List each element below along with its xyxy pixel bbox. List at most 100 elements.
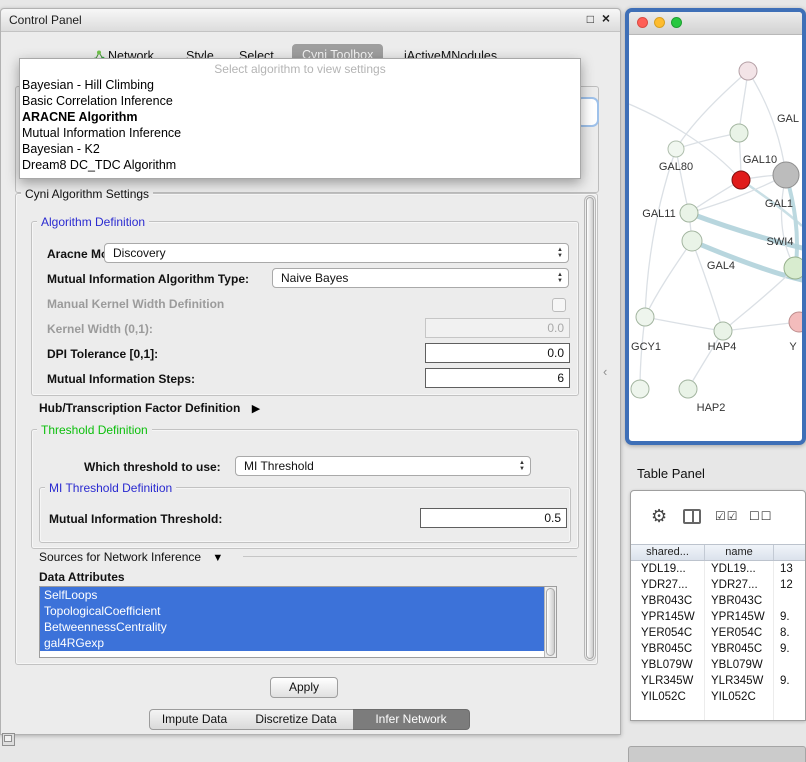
clear-all-columns-icon[interactable]: ☐☐ — [749, 509, 773, 523]
aracne-mode-select[interactable]: Discovery ▲▼ — [104, 243, 569, 263]
table-panel-window: ⚙ ☑☑ ☐☐ shared... name YDL19...YDL19...1… — [630, 490, 806, 721]
scrollbar-thumb[interactable] — [586, 197, 594, 659]
network-window-titlebar[interactable] — [629, 12, 802, 35]
sources-section-toggle[interactable]: Sources for Network Inference ▼ — [39, 550, 223, 564]
table-row[interactable]: YBL079WYBL079W — [631, 657, 805, 673]
desktop: Control Panel □ × Network Style Select C… — [0, 0, 806, 762]
dpi-tolerance-field[interactable]: 0.0 — [425, 343, 570, 363]
node-label: GAL — [777, 113, 799, 125]
sources-groupbox-line — [243, 556, 577, 557]
algorithm-definition-title: Algorithm Definition — [37, 215, 149, 229]
table-header: shared... name — [631, 544, 805, 561]
dpi-tolerance-label: DPI Tolerance [0,1]: — [47, 347, 158, 361]
node-hap2[interactable] — [679, 380, 697, 398]
aracne-mode-value: Discovery — [113, 246, 166, 260]
network-node[interactable] — [631, 380, 649, 398]
attribute-item-selected[interactable]: gal4RGexp — [40, 635, 544, 651]
algorithm-option[interactable]: Bayesian - K2 — [20, 141, 580, 157]
mi-steps-label: Mutual Information Steps: — [47, 372, 195, 386]
node-gal11[interactable] — [680, 204, 698, 222]
table-row[interactable]: YPR145WYPR145W9. — [631, 609, 805, 625]
algorithm-option[interactable]: Bayesian - Hill Climbing — [20, 77, 580, 93]
network-node[interactable] — [789, 312, 802, 332]
table-row[interactable]: YBR045CYBR045C9. — [631, 641, 805, 657]
node-gal4[interactable] — [682, 231, 702, 251]
node-label: HAP2 — [697, 402, 726, 414]
node-swi4[interactable] — [784, 257, 802, 279]
mi-threshold-field[interactable]: 0.5 — [420, 508, 567, 528]
threshold-definition-title: Threshold Definition — [37, 423, 152, 437]
dropdown-placeholder: Select algorithm to view settings — [20, 61, 580, 77]
node-gal10[interactable] — [732, 171, 750, 189]
bottom-panel-fragment — [628, 746, 806, 762]
table-row[interactable]: YLR345WYLR345W9. — [631, 673, 805, 689]
node-label: GCY1 — [631, 341, 661, 353]
column-header-name[interactable]: name — [705, 545, 774, 560]
table-row[interactable]: YDL19...YDL19...13 — [631, 561, 805, 577]
attributes-list-scrollbar[interactable] — [544, 587, 556, 657]
mi-threshold-group-title: MI Threshold Definition — [45, 481, 176, 495]
network-graph[interactable]: GAL GAL80 GAL10 GAL1 GAL11 SWI4 GAL4 GCY… — [629, 34, 802, 441]
gear-icon[interactable]: ⚙ — [651, 506, 667, 527]
panel-title: Control Panel — [9, 13, 82, 27]
node-label: GAL80 — [659, 161, 693, 173]
hub-section-label: Hub/Transcription Factor Definition — [39, 401, 240, 415]
mi-algorithm-type-select[interactable]: Naive Bayes ▲▼ — [272, 268, 569, 288]
algorithm-option[interactable]: Dream8 DC_TDC Algorithm — [20, 157, 580, 173]
kernel-width-field: 0.0 — [425, 318, 570, 338]
column-layout-icon[interactable] — [683, 509, 701, 524]
attribute-item-selected[interactable]: BetweennessCentrality — [40, 619, 544, 635]
apply-button[interactable]: Apply — [270, 677, 338, 698]
close-traffic-light[interactable] — [637, 17, 648, 28]
mi-threshold-label: Mutual Information Threshold: — [49, 512, 222, 526]
node-label: SWI4 — [767, 236, 794, 248]
table-body: YDL19...YDL19...13 YDR27...YDR27...12 YB… — [631, 561, 805, 720]
float-window-icon[interactable]: □ — [587, 12, 594, 26]
expanded-arrow-icon[interactable]: ▼ — [212, 552, 223, 564]
combo-arrows-icon: ▲▼ — [519, 460, 525, 472]
manual-kernel-label: Manual Kernel Width Definition — [47, 297, 224, 311]
mi-algorithm-type-value: Naive Bayes — [281, 271, 348, 285]
tab-infer-network[interactable]: Infer Network — [353, 709, 470, 730]
tab-impute-data[interactable]: Impute Data — [149, 709, 240, 730]
network-node[interactable] — [739, 62, 757, 80]
table-row[interactable]: YDR27...YDR27...12 — [631, 577, 805, 593]
network-node[interactable] — [730, 124, 748, 142]
hub-section-toggle[interactable]: Hub/Transcription Factor Definition ▶ — [39, 401, 260, 415]
node-gal80[interactable] — [668, 141, 684, 157]
zoom-traffic-light[interactable] — [671, 17, 682, 28]
attribute-item-selected[interactable]: TopologicalCoefficient — [40, 603, 544, 619]
minimized-panel-icon[interactable] — [2, 733, 15, 746]
node-label: GAL11 — [642, 208, 675, 220]
network-view-window[interactable]: GAL GAL80 GAL10 GAL1 GAL11 SWI4 GAL4 GCY… — [625, 8, 806, 445]
settings-scrollbar[interactable] — [584, 195, 596, 661]
scrollbar-thumb[interactable] — [546, 588, 555, 656]
algorithm-option[interactable]: Basic Correlation Inference — [20, 93, 580, 109]
table-row[interactable]: YIL052CYIL052C — [631, 689, 805, 705]
node-gcy1[interactable] — [636, 308, 654, 326]
combo-arrows-icon: ▲▼ — [557, 272, 563, 284]
node-label: GAL4 — [707, 260, 735, 272]
data-attributes-list[interactable]: SelfLoops TopologicalCoefficient Between… — [39, 586, 557, 658]
node-hap4[interactable] — [714, 322, 732, 340]
table-panel-title: Table Panel — [637, 466, 705, 481]
column-header-extra[interactable] — [774, 545, 805, 560]
attribute-item-selected[interactable]: SelfLoops — [40, 587, 544, 603]
column-header-shared-name[interactable]: shared... — [631, 545, 705, 560]
splitter-collapse-arrow[interactable]: ‹ — [603, 364, 607, 379]
select-all-columns-icon[interactable]: ☑☑ — [715, 509, 739, 523]
which-threshold-select[interactable]: MI Threshold ▲▼ — [235, 456, 531, 476]
table-row[interactable]: YER054CYER054C8. — [631, 625, 805, 641]
close-window-icon[interactable]: × — [602, 10, 610, 26]
mi-steps-field[interactable]: 6 — [425, 368, 570, 388]
which-threshold-label: Which threshold to use: — [84, 460, 221, 474]
algorithm-option[interactable]: Mutual Information Inference — [20, 125, 580, 141]
node-label: Y — [789, 341, 797, 353]
collapsed-arrow-icon[interactable]: ▶ — [252, 403, 260, 415]
manual-kernel-checkbox[interactable] — [552, 298, 566, 312]
node-label: GAL1 — [765, 198, 793, 210]
minimize-traffic-light[interactable] — [654, 17, 665, 28]
tab-discretize-data[interactable]: Discretize Data — [239, 709, 354, 730]
table-row[interactable]: YBR043CYBR043C — [631, 593, 805, 609]
algorithm-option-selected[interactable]: ARACNE Algorithm — [20, 109, 580, 125]
